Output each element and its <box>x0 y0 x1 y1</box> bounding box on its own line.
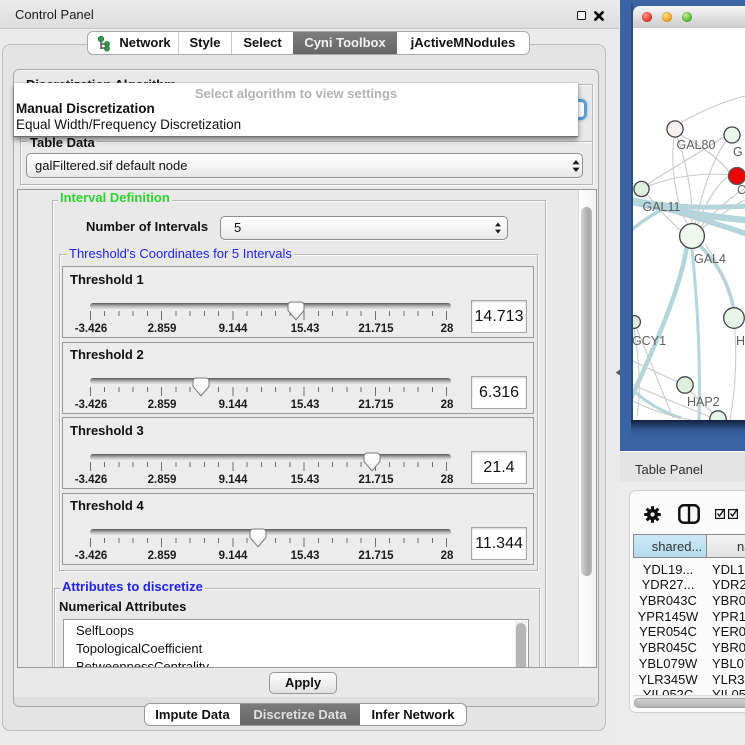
svg-text:HAP2: HAP2 <box>687 395 720 409</box>
svg-text:H: H <box>736 334 745 348</box>
svg-text:GCY1: GCY1 <box>633 334 666 348</box>
svg-text:GAL4: GAL4 <box>694 252 726 266</box>
svg-text:C: C <box>737 183 745 197</box>
svg-text:G: G <box>733 145 743 159</box>
svg-text:GAL80: GAL80 <box>677 138 716 152</box>
svg-text:GAL11: GAL11 <box>643 200 681 214</box>
